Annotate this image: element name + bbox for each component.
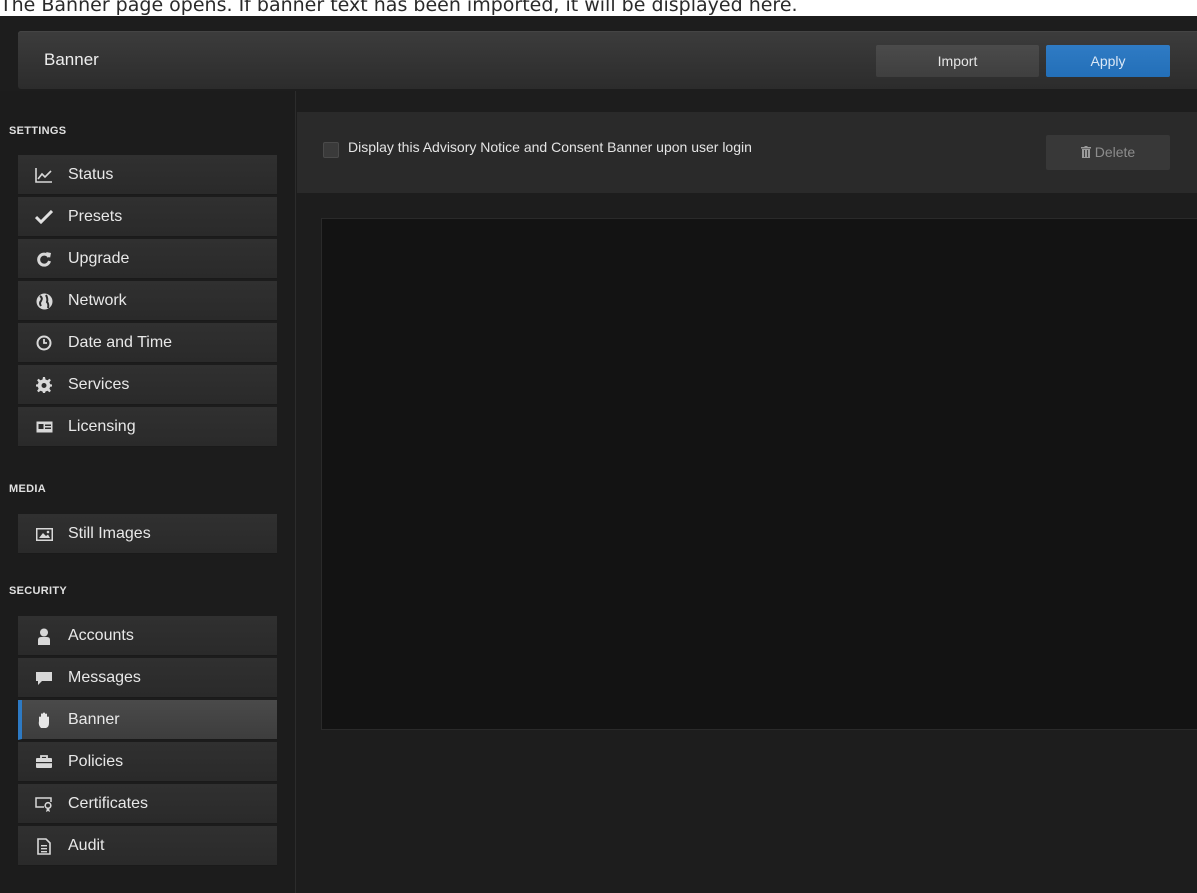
sidebar-item-label: Date and Time <box>68 334 173 351</box>
license-card-icon <box>35 418 53 436</box>
sidebar-item-label: Licensing <box>68 418 136 435</box>
trash-icon <box>1080 144 1095 160</box>
speech-bubble-icon <box>35 669 53 687</box>
sidebar-item-network[interactable]: Network <box>18 281 277 321</box>
banner-text-area[interactable] <box>321 218 1197 730</box>
section-label-settings: SETTINGS <box>9 125 67 137</box>
sidebar-item-presets[interactable]: Presets <box>18 197 277 237</box>
sidebar: SETTINGS Status Presets Upgrade Network … <box>0 91 296 893</box>
sidebar-item-banner[interactable]: Banner <box>18 700 277 740</box>
gear-icon <box>35 376 53 394</box>
clock-icon <box>35 334 53 352</box>
delete-button[interactable]: Delete <box>1046 135 1170 170</box>
document-icon <box>35 837 53 855</box>
apply-button[interactable]: Apply <box>1046 45 1170 77</box>
briefcase-icon <box>35 753 53 771</box>
delete-label: Delete <box>1094 144 1136 160</box>
sidebar-item-upgrade[interactable]: Upgrade <box>18 239 277 279</box>
checkmark-icon <box>35 208 53 226</box>
hand-icon <box>35 711 53 729</box>
sidebar-item-certificates[interactable]: Certificates <box>18 784 277 824</box>
page-caption: The Banner page opens. If banner text ha… <box>0 0 798 16</box>
sidebar-item-label: Policies <box>68 753 124 770</box>
sidebar-item-messages[interactable]: Messages <box>18 658 277 698</box>
sidebar-item-licensing[interactable]: Licensing <box>18 407 277 447</box>
page-title: Banner <box>44 50 99 69</box>
globe-icon <box>35 292 53 310</box>
certificate-icon <box>35 795 53 813</box>
sidebar-item-label: Certificates <box>68 795 149 812</box>
section-label-media: MEDIA <box>9 483 46 495</box>
sidebar-item-label: Messages <box>68 669 141 686</box>
banner-settings-bar: Display this Advisory Notice and Consent… <box>297 112 1197 193</box>
sidebar-item-accounts[interactable]: Accounts <box>18 616 277 656</box>
sidebar-item-label: Status <box>68 166 114 183</box>
sidebar-item-date-and-time[interactable]: Date and Time <box>18 323 277 363</box>
page-header: Banner Import Apply <box>18 31 1197 89</box>
user-icon <box>35 627 53 645</box>
sidebar-item-audit[interactable]: Audit <box>18 826 277 866</box>
chart-line-icon <box>35 166 53 184</box>
display-banner-checkbox[interactable] <box>323 142 339 158</box>
display-banner-label: Display this Advisory Notice and Consent… <box>348 139 752 155</box>
sidebar-item-label: Network <box>68 292 127 309</box>
sidebar-item-label: Upgrade <box>68 250 130 267</box>
sidebar-item-label: Audit <box>68 837 105 854</box>
sidebar-item-still-images[interactable]: Still Images <box>18 514 277 554</box>
sidebar-item-label: Accounts <box>68 627 134 644</box>
sidebar-item-label: Still Images <box>68 525 151 542</box>
sidebar-item-label: Banner <box>68 711 120 728</box>
sidebar-item-status[interactable]: Status <box>18 155 277 195</box>
refresh-icon <box>35 250 53 268</box>
import-button[interactable]: Import <box>876 45 1039 77</box>
sidebar-item-policies[interactable]: Policies <box>18 742 277 782</box>
sidebar-item-label: Services <box>68 376 130 393</box>
app-window: Banner Import Apply SETTINGS Status Pres… <box>0 16 1197 893</box>
sidebar-item-services[interactable]: Services <box>18 365 277 405</box>
section-label-security: SECURITY <box>9 585 68 597</box>
image-icon <box>35 525 53 543</box>
sidebar-item-label: Presets <box>68 208 123 225</box>
